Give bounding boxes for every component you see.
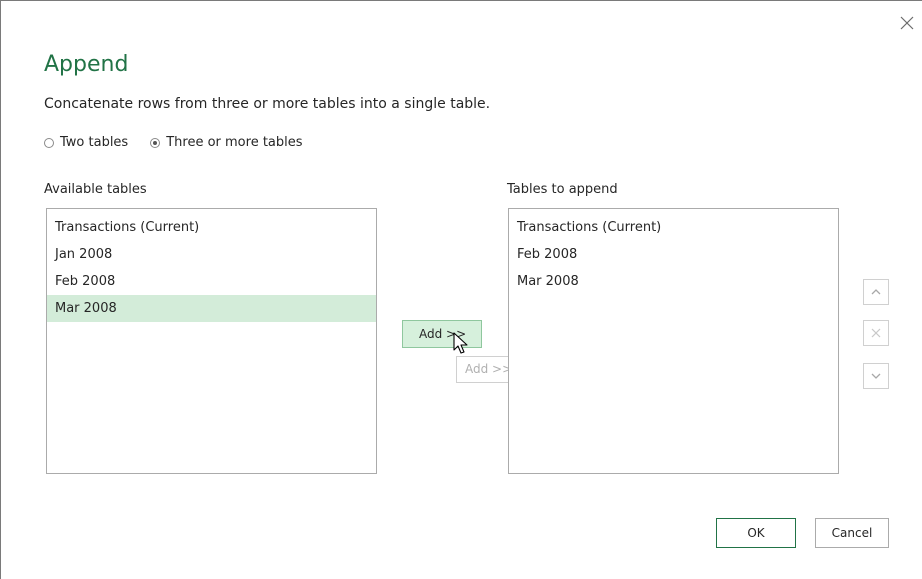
tables-to-append-list[interactable]: Transactions (Current) Feb 2008 Mar 2008 xyxy=(508,208,839,474)
ok-button[interactable]: OK xyxy=(716,518,796,548)
chevron-down-icon xyxy=(871,373,881,379)
cancel-button[interactable]: Cancel xyxy=(815,518,889,548)
chevron-up-icon xyxy=(871,289,881,295)
three-or-more-tables-radio[interactable]: Three or more tables xyxy=(150,135,303,150)
append-item-mar-2008[interactable]: Mar 2008 xyxy=(509,268,838,295)
mode-radio-group: Two tables Three or more tables xyxy=(44,135,325,150)
three-or-more-tables-label: Three or more tables xyxy=(166,135,303,150)
available-item-jan-2008[interactable]: Jan 2008 xyxy=(47,241,376,268)
dialog-description: Concatenate rows from three or more tabl… xyxy=(44,96,491,112)
available-item-feb-2008[interactable]: Feb 2008 xyxy=(47,268,376,295)
two-tables-radio[interactable]: Two tables xyxy=(44,135,128,150)
radio-checked-icon xyxy=(150,137,161,148)
append-item-transactions-current[interactable]: Transactions (Current) xyxy=(509,214,838,241)
available-tables-label: Available tables xyxy=(44,182,147,197)
tables-to-append-label: Tables to append xyxy=(507,182,618,197)
available-item-transactions-current[interactable]: Transactions (Current) xyxy=(47,214,376,241)
available-item-mar-2008[interactable]: Mar 2008 xyxy=(47,295,376,322)
two-tables-label: Two tables xyxy=(60,135,129,150)
available-tables-list[interactable]: Transactions (Current) Jan 2008 Feb 2008… xyxy=(46,208,377,474)
mouse-pointer-icon xyxy=(453,332,469,356)
remove-button[interactable] xyxy=(863,320,889,346)
close-icon[interactable] xyxy=(900,15,914,30)
add-button[interactable]: Add >> xyxy=(402,320,482,348)
append-item-feb-2008[interactable]: Feb 2008 xyxy=(509,241,838,268)
append-dialog: Append Concatenate rows from three or mo… xyxy=(0,0,922,579)
dialog-title: Append xyxy=(44,52,129,77)
close-icon xyxy=(871,328,881,338)
radio-unchecked-icon xyxy=(44,137,54,148)
move-down-button[interactable] xyxy=(863,363,889,389)
move-up-button[interactable] xyxy=(863,279,889,305)
